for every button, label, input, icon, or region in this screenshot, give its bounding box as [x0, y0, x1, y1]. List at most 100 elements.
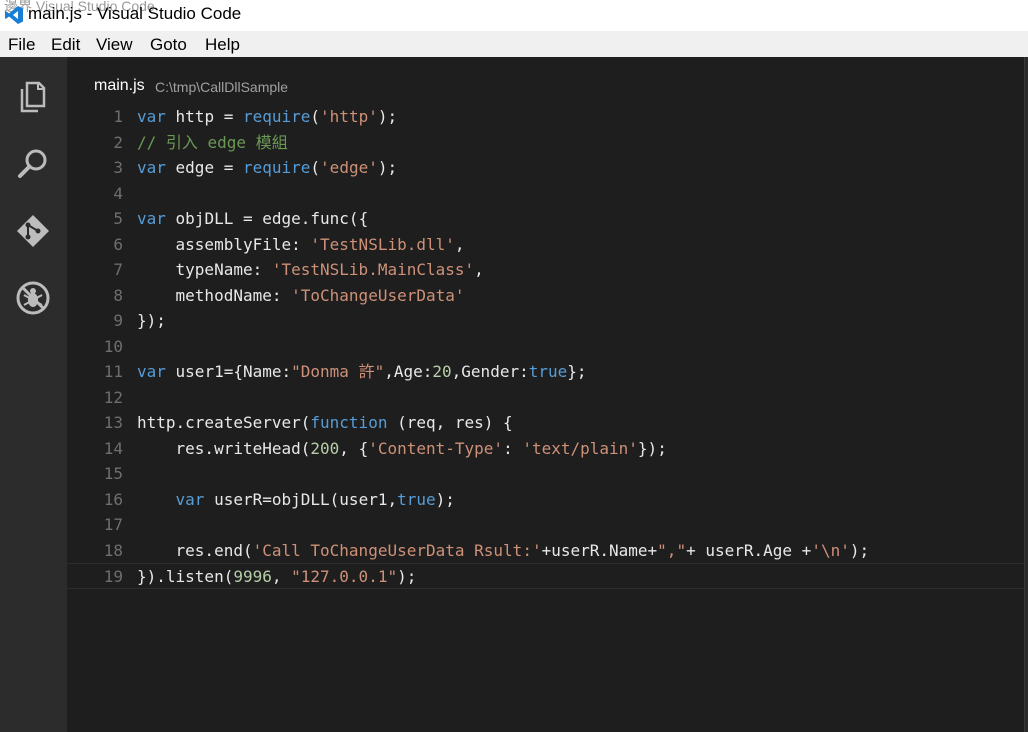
code-text[interactable]: }).listen(9996, "127.0.0.1"); [137, 564, 416, 590]
code-token: typeName: [137, 260, 272, 279]
code-text[interactable]: http.createServer(function (req, res) { [137, 410, 513, 436]
code-line[interactable]: 18 res.end('Call ToChangeUserData Rsult:… [67, 538, 1024, 564]
code-token: edge = [165, 158, 243, 177]
code-line[interactable]: 2 // 引入 edge 模組 [67, 130, 1024, 156]
menu-file[interactable]: File [8, 35, 35, 55]
line-number: 1 [113, 107, 123, 126]
code-token: ); [435, 489, 455, 509]
menu-help[interactable]: Help [205, 35, 240, 55]
code-line[interactable]: 8 methodName: 'ToChangeUserData' [67, 283, 1024, 309]
code-token: var [137, 158, 166, 177]
code-text[interactable]: var userR=objDLL(user1,true); [137, 487, 455, 513]
editor-scrollbar[interactable] [1024, 57, 1028, 732]
code-token: ,Gender: [451, 362, 529, 381]
code-line[interactable]: 4 [67, 181, 1024, 207]
code-line[interactable]: 17 [67, 512, 1024, 538]
code-token: 'edge' [320, 158, 378, 177]
code-token: 'ToChangeUserData' [291, 285, 465, 305]
code-line[interactable]: 9}); [67, 308, 1024, 334]
code-line[interactable]: 14 res.writeHead(200, {'Content-Type': '… [67, 436, 1024, 462]
line-number: 18 [103, 540, 123, 560]
code-token: ); [377, 107, 398, 126]
code-token: 20 [432, 362, 452, 381]
code-line[interactable]: 16 var userR=objDLL(user1,true); [67, 487, 1024, 513]
code-text[interactable]: // 引入 edge 模組 [137, 130, 288, 156]
code-token: + userR.Age + [686, 540, 812, 560]
code-token: res.writeHead( [137, 438, 311, 458]
vscode-logo-icon [5, 6, 23, 24]
code-token: }; [567, 362, 587, 381]
code-token: 'TestNSLib.MainClass' [271, 260, 475, 279]
code-text[interactable]: var http = require('http'); [137, 104, 397, 130]
code-token: user1={Name: [165, 362, 292, 381]
line-number: 15 [103, 464, 123, 483]
code-line[interactable]: 12 [67, 385, 1024, 411]
line-number: 17 [103, 515, 123, 534]
code-token: var [137, 362, 166, 381]
code-text[interactable]: res.writeHead(200, {'Content-Type': 'tex… [137, 436, 667, 462]
code-token: http.createServer( [137, 413, 311, 432]
code-token: 9996 [233, 567, 272, 586]
code-line[interactable]: 11 var user1={Name:"Donma 許",Age:20,Gende… [67, 359, 1024, 385]
code-token: "Donma 許" [291, 362, 385, 381]
code-token: // 引入 edge 模組 [137, 132, 288, 152]
code-token: userR=objDLL(user1, [204, 489, 398, 509]
search-icon[interactable] [15, 146, 51, 182]
menu-view[interactable]: View [96, 35, 133, 55]
code-token: objDLL = edge.func({ [165, 209, 369, 228]
code-token: '\n' [811, 540, 850, 560]
code-text[interactable]: var objDLL = edge.func({ [137, 206, 368, 232]
code-line[interactable]: 10 [67, 334, 1024, 360]
code-text[interactable]: typeName: 'TestNSLib.MainClass', [137, 257, 484, 283]
code-token: 200 [310, 438, 340, 458]
line-number: 19 [103, 567, 123, 586]
code-token: assemblyFile: [137, 234, 311, 254]
code-token: true [397, 489, 436, 509]
line-number: 7 [113, 260, 123, 279]
code-area[interactable]: 1 var http = require('http'); 2// 引入 edge … [67, 104, 1024, 589]
code-line[interactable]: 3 var edge = require('edge'); [67, 155, 1024, 181]
code-token: require [242, 158, 311, 177]
code-token: require [242, 107, 311, 126]
code-text[interactable]: res.end('Call ToChangeUserData Rsult:'+u… [137, 538, 870, 564]
code-token: }); [137, 311, 166, 330]
line-number: 6 [113, 234, 123, 254]
files-icon[interactable] [15, 79, 51, 115]
editor-pane[interactable]: main.js C:\tmp\CallDllSample 1 var http =… [67, 57, 1024, 732]
code-line[interactable]: 1 var http = require('http'); [67, 104, 1024, 130]
code-line[interactable]: 7 typeName: 'TestNSLib.MainClass', [67, 257, 1024, 283]
code-token: , { [339, 438, 369, 458]
code-line[interactable]: 5 var objDLL = edge.func({ [67, 206, 1024, 232]
title-bar: 邊界 Visual Studio Code main.js - Visual S… [0, 0, 1028, 31]
editor-file-name[interactable]: main.js [94, 77, 145, 95]
code-line[interactable]: 13 http.createServer(function (req, res) … [67, 410, 1024, 436]
debug-icon[interactable] [15, 280, 51, 316]
code-token: res.end( [137, 540, 253, 560]
line-number: 9 [113, 311, 123, 330]
code-line[interactable]: 19 }).listen(9996, "127.0.0.1"); [67, 563, 1024, 589]
code-token: "127.0.0.1" [291, 567, 398, 586]
code-token: , [454, 234, 465, 254]
menu-edit[interactable]: Edit [51, 35, 80, 55]
code-token: ); [377, 158, 398, 177]
line-number: 13 [103, 413, 123, 432]
code-text[interactable]: var edge = require('edge'); [137, 155, 397, 181]
code-token: methodName: [137, 285, 292, 305]
code-line[interactable]: 15 [67, 461, 1024, 487]
line-number: 8 [113, 285, 123, 305]
code-token: 'TestNSLib.dll' [310, 234, 455, 254]
code-line[interactable]: 6 assemblyFile: 'TestNSLib.dll', [67, 232, 1024, 258]
code-token: 'text/plain' [522, 438, 638, 458]
git-icon[interactable] [15, 213, 51, 249]
code-token: true [528, 362, 568, 381]
code-text[interactable]: }); [137, 308, 166, 334]
code-token: : [503, 438, 523, 458]
code-text[interactable]: assemblyFile: 'TestNSLib.dll', [137, 232, 465, 258]
activity-bar [0, 57, 67, 732]
menu-goto[interactable]: Goto [150, 35, 187, 55]
code-token: ( [310, 158, 321, 177]
code-text[interactable]: methodName: 'ToChangeUserData' [137, 283, 465, 309]
code-text[interactable]: var user1={Name:"Donma 許",Age:20,Gender:… [137, 359, 587, 385]
code-token: 'http' [320, 107, 378, 126]
